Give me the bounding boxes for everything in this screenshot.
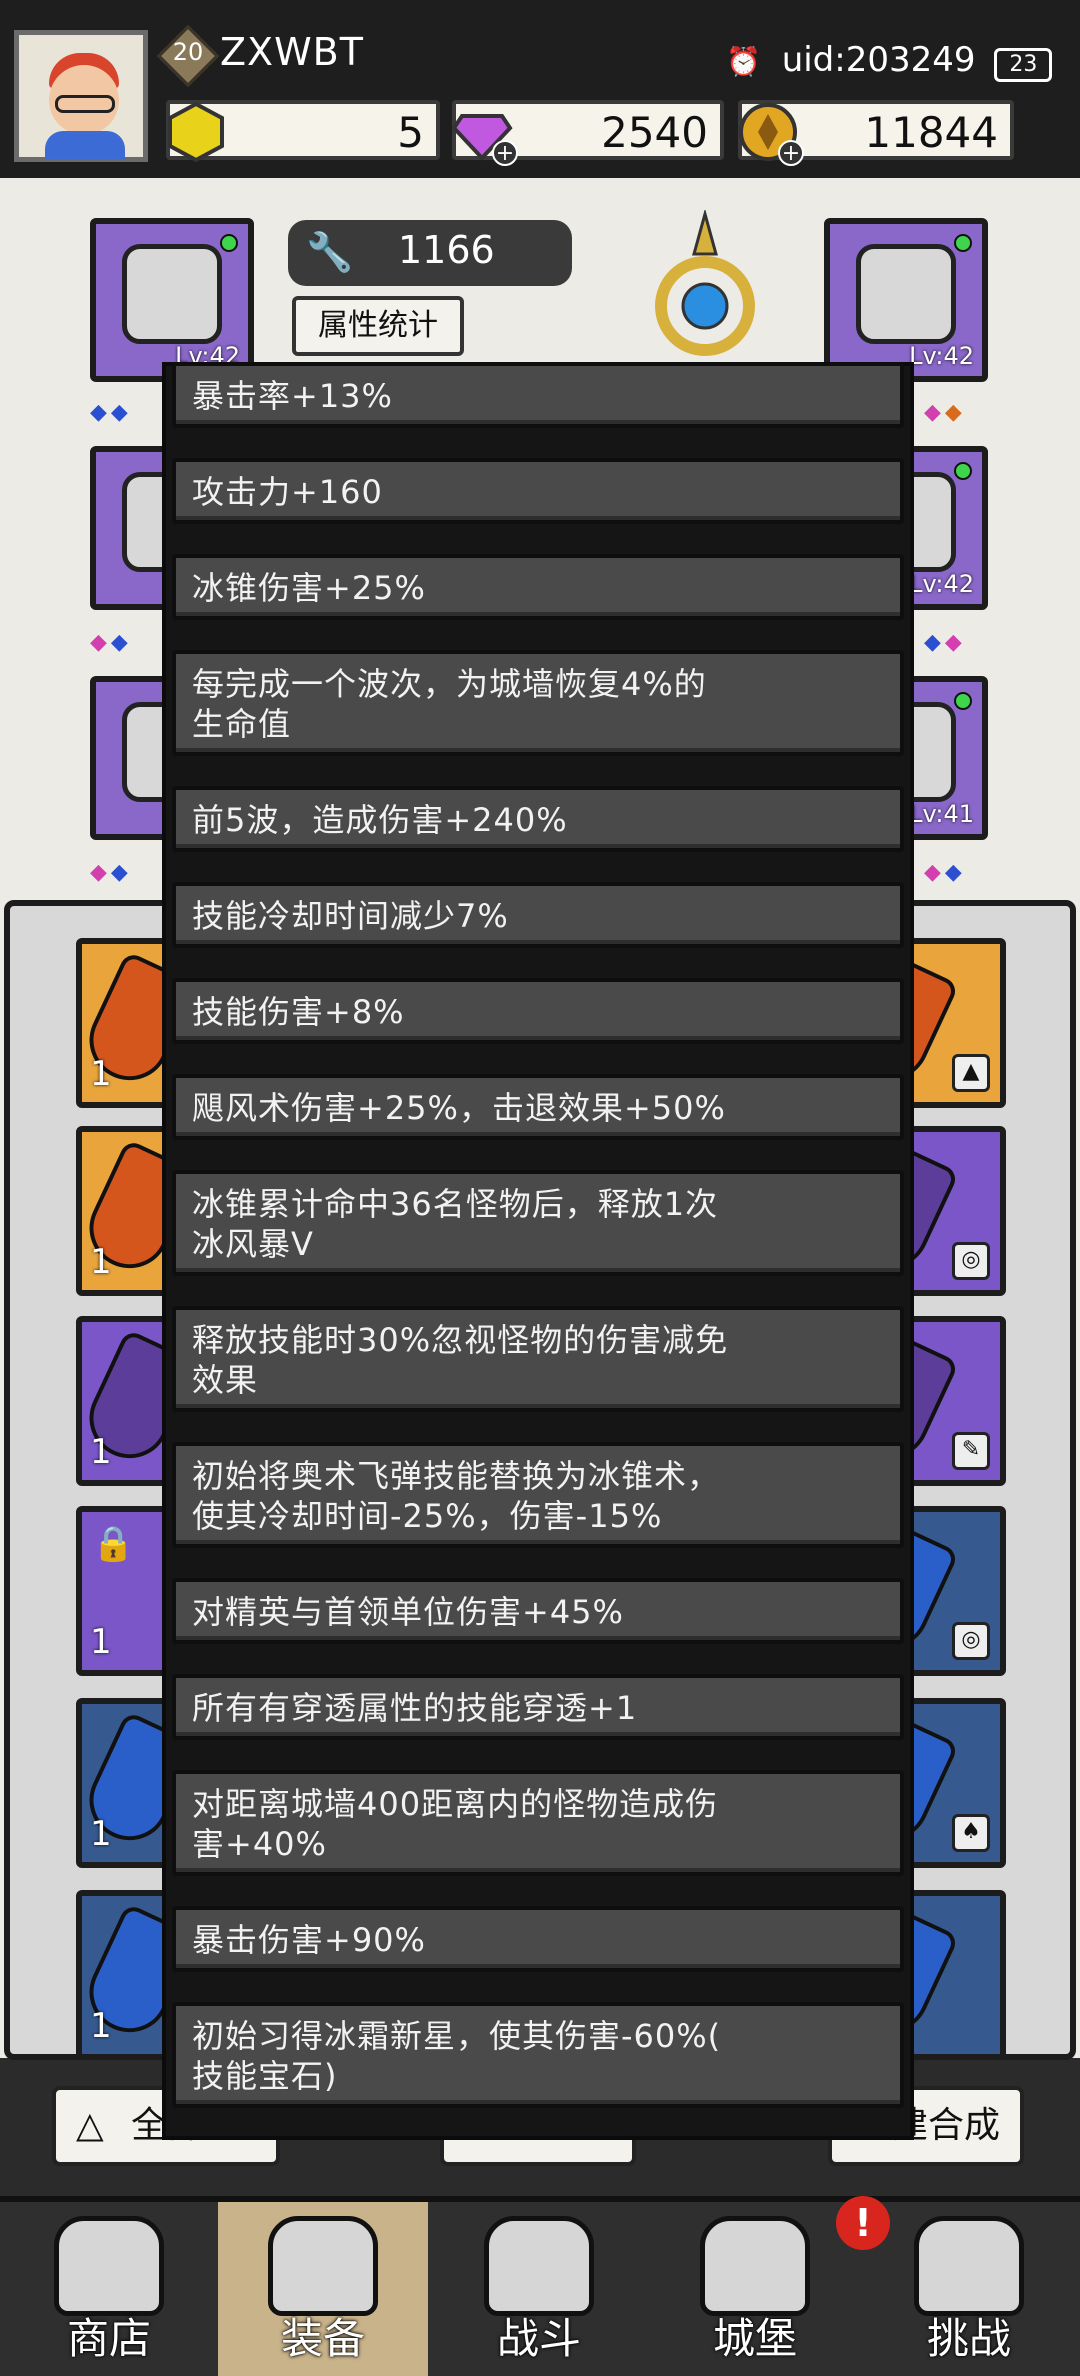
lock-icon: 🔒	[92, 1524, 135, 1564]
gem-counter[interactable]: + 2540	[451, 100, 724, 166]
stats-button[interactable]: 属性统计	[292, 296, 464, 356]
energy-counter[interactable]: 5	[166, 100, 440, 163]
nav-castle[interactable]: 城堡	[650, 2202, 860, 2376]
stat-row: 攻击力+160	[172, 458, 904, 524]
equip-slot-gloves[interactable]: Lv:42	[824, 218, 988, 382]
player-avatar[interactable]	[14, 30, 148, 162]
nav-battle[interactable]: 战斗	[434, 2202, 644, 2376]
stat-row: 前5波，造成伤害+240%	[172, 786, 904, 852]
gold-value: 11844	[864, 108, 998, 157]
boot-icon: ▲	[952, 1054, 990, 1092]
stat-row: 初始将奥术飞弹技能替换为冰锥术， 使其冷却时间-25%，伤害-15%	[172, 1442, 904, 1548]
gem-sockets: ◆◆	[924, 400, 966, 425]
shield-icon	[914, 2216, 1024, 2316]
player-name: ZXWBT	[220, 30, 364, 74]
stat-row: 初始习得冰霜新星，使其伤害-60%( 技能宝石)	[172, 2002, 904, 2108]
stat-row: 对精英与首领单位伤害+45%	[172, 1578, 904, 1644]
top-bar: 20 ZXWBT ⏰ uid:203249 23 5 + 2540 + 1184…	[0, 0, 1080, 178]
gold-counter[interactable]: + 11844	[738, 100, 1014, 166]
stat-row: 所有有穿透属性的技能穿透+1	[172, 1674, 904, 1740]
stat-row: 每完成一个波次，为城墙恢复4%的 生命值	[172, 650, 904, 756]
uid-text: uid:203249	[781, 40, 976, 80]
cloak-icon: ♠	[952, 1814, 990, 1852]
add-gold-button[interactable]: +	[778, 140, 804, 166]
shop-icon	[54, 2216, 164, 2316]
upgrade-dot-icon	[220, 234, 238, 252]
nav-equip[interactable]: 装备	[218, 2202, 428, 2376]
alarm-icon: ⏰	[726, 45, 761, 78]
ring-icon: ◎	[952, 1622, 990, 1660]
equip-slot-head[interactable]: Lv:42	[90, 218, 254, 382]
stat-row: 飓风术伤害+25%，击退效果+50%	[172, 1074, 904, 1140]
wrench-icon: ✎	[952, 1432, 990, 1470]
nav-shop[interactable]: 商店	[4, 2202, 214, 2376]
gauntlet-icon	[856, 244, 956, 344]
slot-level: Lv:42	[909, 570, 974, 598]
upgrade-dot-icon	[954, 462, 972, 480]
stat-row: 冰锥累计命中36名怪物后，释放1次 冰风暴V	[172, 1170, 904, 1276]
gems-value: 2540	[601, 108, 708, 157]
stat-row: 技能冷却时间减少7%	[172, 882, 904, 948]
stat-row: 对距离城墙400距离内的怪物造成伤 害+40%	[172, 1770, 904, 1876]
backpack-icon	[268, 2216, 378, 2316]
slot-level: Lv:42	[909, 342, 974, 370]
bottom-nav: 商店 装备 战斗 城堡 挑战	[0, 2196, 1080, 2376]
gem-sockets: ◆◆	[924, 630, 966, 655]
power-value: 1166	[398, 228, 495, 272]
upgrade-dot-icon	[954, 692, 972, 710]
stat-row: 释放技能时30%忽视怪物的伤害减免 效果	[172, 1306, 904, 1412]
triangle-icon: △	[76, 2105, 104, 2146]
power-display: 🔧 1166	[288, 220, 572, 286]
stat-row: 暴击率+13%	[172, 362, 904, 428]
crossed-swords-icon	[484, 2216, 594, 2316]
ring-icon: ◎	[952, 1242, 990, 1280]
wrench-icon: 🔧	[306, 230, 354, 274]
battery-icon: 23	[994, 48, 1053, 82]
hood-icon	[122, 244, 222, 344]
stat-row: 暴击伤害+90%	[172, 1906, 904, 1972]
slot-level: Lv:41	[909, 800, 974, 828]
energy-crystal-icon	[168, 101, 224, 163]
status-bar: ⏰ uid:203249 23	[726, 40, 1053, 82]
stat-row: 冰锥伤害+25%	[172, 554, 904, 620]
castle-alert-badge: !	[836, 2196, 890, 2250]
gem-sockets: ◆◆	[924, 860, 966, 885]
stats-tooltip[interactable]: 暴击率+13% 攻击力+160 冰锥伤害+25% 每完成一个波次，为城墙恢复4%…	[162, 362, 914, 2140]
add-gems-button[interactable]: +	[492, 140, 518, 166]
upgrade-dot-icon	[954, 234, 972, 252]
gem-sockets: ◆◆	[90, 630, 132, 655]
staff-emblem-icon	[655, 210, 755, 356]
player-level: 20	[172, 38, 204, 66]
gem-sockets: ◆◆	[90, 860, 132, 885]
gem-sockets: ◆◆	[90, 400, 132, 425]
nav-challenge[interactable]: 挑战	[864, 2202, 1074, 2376]
stat-row: 技能伤害+8%	[172, 978, 904, 1044]
energy-value: 5	[397, 108, 424, 157]
castle-icon	[700, 2216, 810, 2316]
